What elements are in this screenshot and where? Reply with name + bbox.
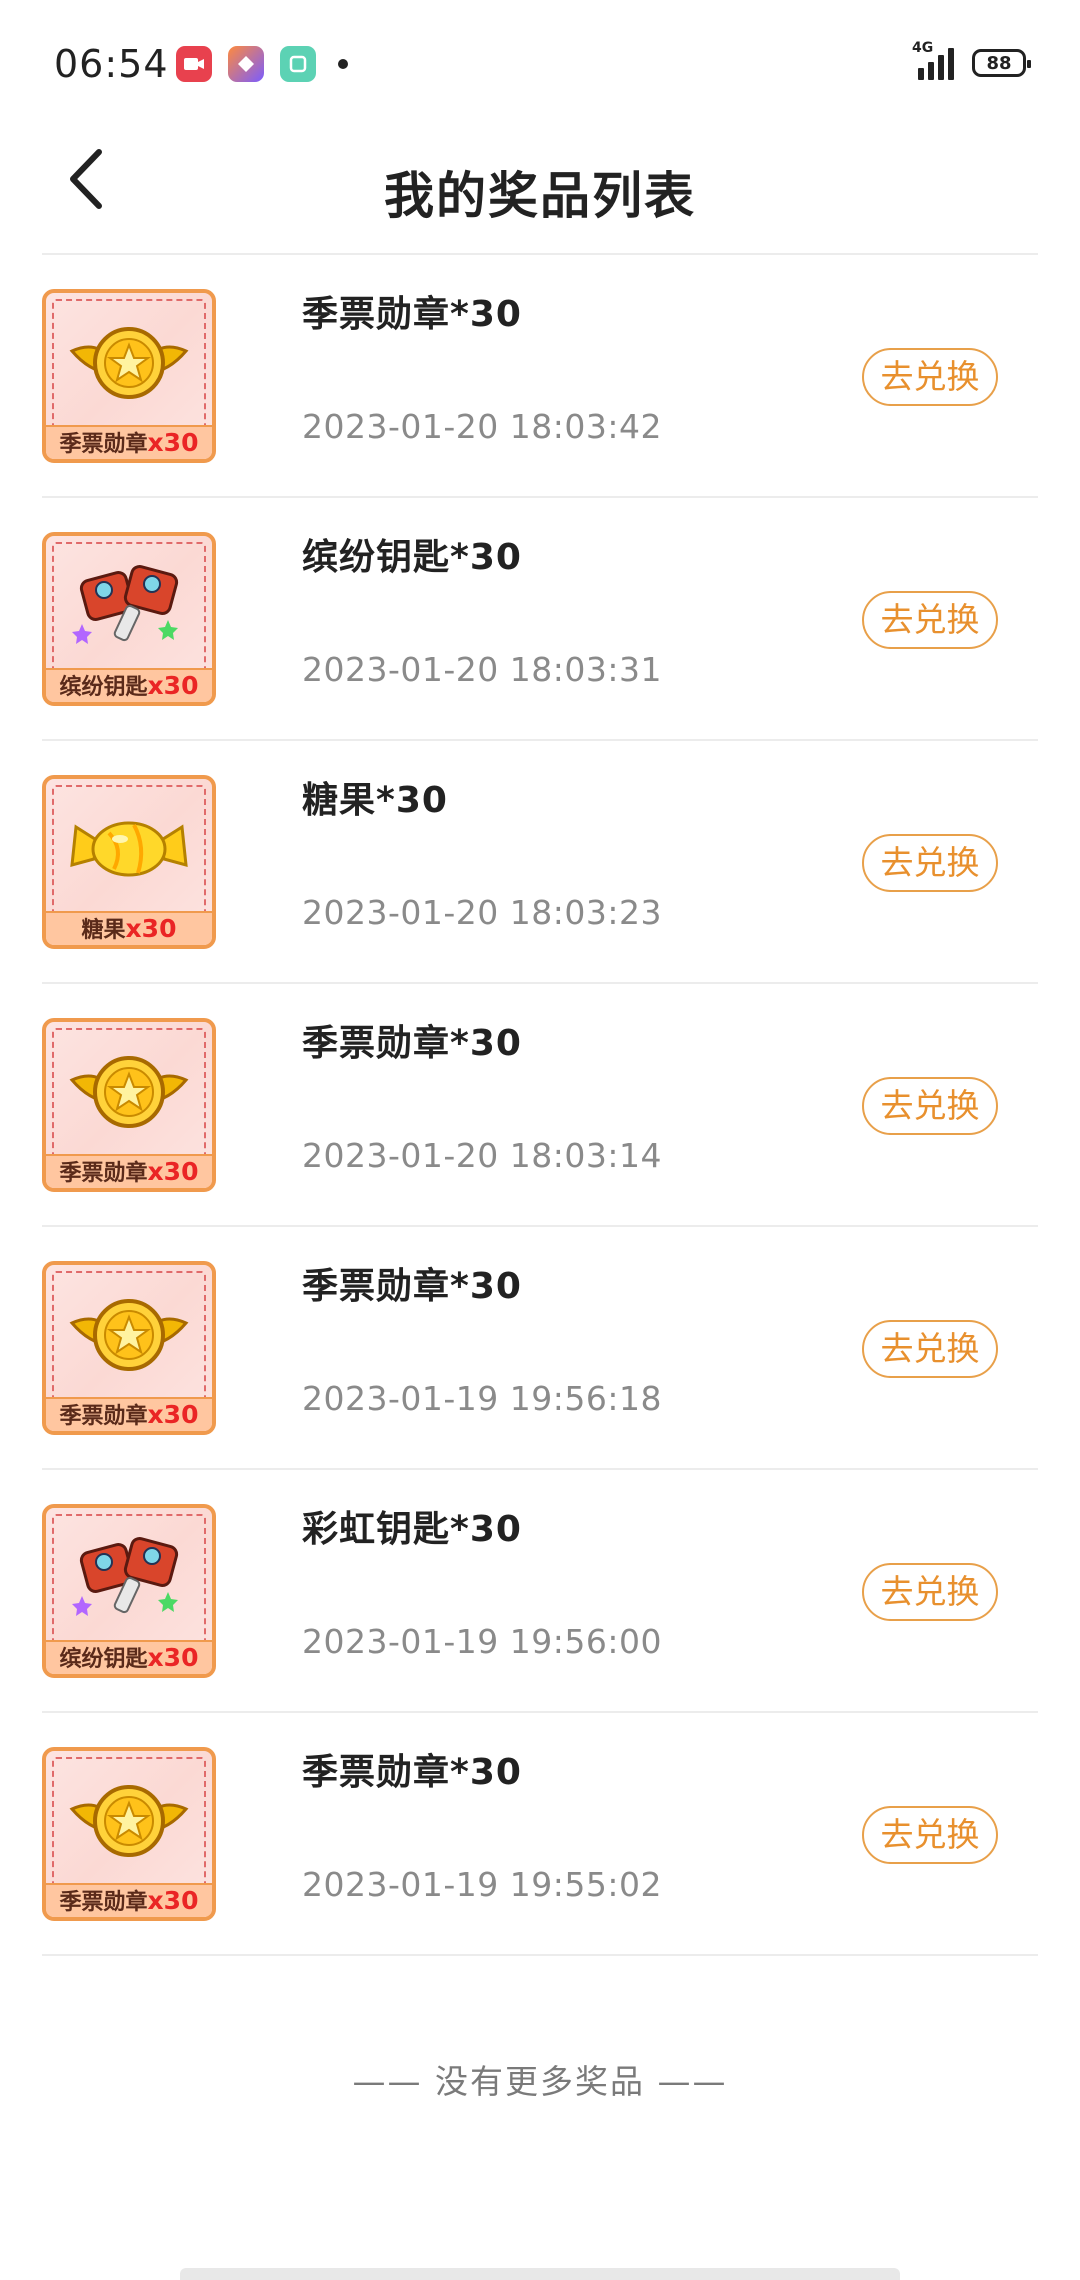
- no-more-text: —— 没有更多奖品 ——: [352, 2062, 728, 2101]
- thumbnail-label: 季票勋章x30: [46, 1883, 212, 1917]
- header: 我的奖品列表: [0, 120, 1080, 250]
- redeem-button[interactable]: 去兑换: [862, 1806, 998, 1864]
- redeem-button[interactable]: 去兑换: [862, 834, 998, 892]
- status-right: 4G 88: [912, 40, 1031, 80]
- prize-thumbnail: 缤纷钥匙x30: [42, 1504, 216, 1678]
- thumbnail-label-text: 缤纷钥匙: [59, 1647, 148, 1672]
- prize-time: 2023-01-20 18:03:14: [302, 1136, 662, 1175]
- thumbnail-label-text: 季票勋章: [59, 1404, 148, 1429]
- more-notifications-dot: [338, 59, 348, 69]
- thumbnail-quantity: x30: [147, 1157, 199, 1186]
- prize-row: 季票勋章x30 季票勋章*30 2023-01-19 19:56:18 去兑换: [42, 1227, 1038, 1470]
- signal-icon: 4G: [912, 40, 954, 80]
- prize-thumbnail: 缤纷钥匙x30: [42, 532, 216, 706]
- status-bar: 06:54 4G 88: [0, 0, 1080, 130]
- thumbnail-label: 季票勋章x30: [46, 1397, 212, 1431]
- thumbnail-label: 缤纷钥匙x30: [46, 668, 212, 702]
- status-notification-icons: [176, 46, 348, 82]
- redeem-button[interactable]: 去兑换: [862, 1563, 998, 1621]
- prize-thumbnail: 季票勋章x30: [42, 1261, 216, 1435]
- prize-row: 缤纷钥匙x30 缤纷钥匙*30 2023-01-20 18:03:31 去兑换: [42, 498, 1038, 741]
- prize-name: 缤纷钥匙*30: [302, 537, 522, 578]
- prize-list: 季票勋章x30 季票勋章*30 2023-01-20 18:03:42 去兑换 缤纷钥匙…: [42, 255, 1038, 1956]
- window-app-icon: [280, 46, 316, 82]
- prize-name: 季票勋章*30: [302, 1752, 522, 1793]
- thumbnail-quantity: x30: [125, 914, 177, 943]
- prize-time: 2023-01-20 18:03:23: [302, 893, 662, 932]
- prize-thumbnail: 季票勋章x30: [42, 1747, 216, 1921]
- prize-thumbnail: 季票勋章x30: [42, 289, 216, 463]
- prize-time: 2023-01-20 18:03:42: [302, 407, 662, 446]
- thumbnail-quantity: x30: [147, 428, 199, 457]
- battery-icon: 88: [972, 49, 1031, 77]
- prize-time: 2023-01-19 19:55:02: [302, 1865, 662, 1904]
- prize-thumbnail: 季票勋章x30: [42, 1018, 216, 1192]
- prize-name: 季票勋章*30: [302, 294, 522, 335]
- network-type: 4G: [912, 40, 934, 56]
- thumbnail-label-text: 糖果: [81, 918, 126, 943]
- thumbnail-label: 季票勋章x30: [46, 425, 212, 459]
- medal-icon: [46, 1273, 212, 1393]
- prize-name: 糖果*30: [302, 780, 448, 821]
- prize-name: 彩虹钥匙*30: [302, 1509, 522, 1550]
- medal-icon: [46, 1030, 212, 1150]
- prize-time: 2023-01-20 18:03:31: [302, 650, 662, 689]
- prize-thumbnail: 糖果x30: [42, 775, 216, 949]
- thumbnail-label-text: 季票勋章: [59, 432, 148, 457]
- page-title: 我的奖品列表: [384, 167, 696, 225]
- prize-name: 季票勋章*30: [302, 1266, 522, 1307]
- thumbnail-label: 糖果x30: [46, 911, 212, 945]
- medal-icon: [46, 1759, 212, 1879]
- thumbnail-quantity: x30: [147, 671, 199, 700]
- prize-row: 季票勋章x30 季票勋章*30 2023-01-19 19:55:02 去兑换: [42, 1713, 1038, 1956]
- thumbnail-label-text: 季票勋章: [59, 1890, 148, 1915]
- thumbnail-label-text: 季票勋章: [59, 1161, 148, 1186]
- thumbnail-label: 季票勋章x30: [46, 1154, 212, 1188]
- prize-time: 2023-01-19 19:56:00: [302, 1622, 662, 1661]
- battery-level: 88: [986, 52, 1012, 74]
- medal-icon: [46, 301, 212, 421]
- prize-name: 季票勋章*30: [302, 1023, 522, 1064]
- redeem-button[interactable]: 去兑换: [862, 1320, 998, 1378]
- prize-row: 季票勋章x30 季票勋章*30 2023-01-20 18:03:42 去兑换: [42, 255, 1038, 498]
- prize-time: 2023-01-19 19:56:18: [302, 1379, 662, 1418]
- thumbnail-quantity: x30: [147, 1643, 199, 1672]
- thumbnail-quantity: x30: [147, 1400, 199, 1429]
- video-app-icon: [176, 46, 212, 82]
- redeem-button[interactable]: 去兑换: [862, 1077, 998, 1135]
- key-icon: [46, 544, 212, 664]
- shortcut-app-icon: [228, 46, 264, 82]
- candy-icon: [46, 787, 212, 907]
- status-time: 06:54: [54, 42, 169, 86]
- redeem-button[interactable]: 去兑换: [862, 348, 998, 406]
- home-indicator[interactable]: [180, 2268, 900, 2280]
- key-icon: [46, 1516, 212, 1636]
- thumbnail-label-text: 缤纷钥匙: [59, 675, 148, 700]
- prize-row: 缤纷钥匙x30 彩虹钥匙*30 2023-01-19 19:56:00 去兑换: [42, 1470, 1038, 1713]
- redeem-button[interactable]: 去兑换: [862, 591, 998, 649]
- thumbnail-label: 缤纷钥匙x30: [46, 1640, 212, 1674]
- prize-row: 糖果x30 糖果*30 2023-01-20 18:03:23 去兑换: [42, 741, 1038, 984]
- thumbnail-quantity: x30: [147, 1886, 199, 1915]
- prize-row: 季票勋章x30 季票勋章*30 2023-01-20 18:03:14 去兑换: [42, 984, 1038, 1227]
